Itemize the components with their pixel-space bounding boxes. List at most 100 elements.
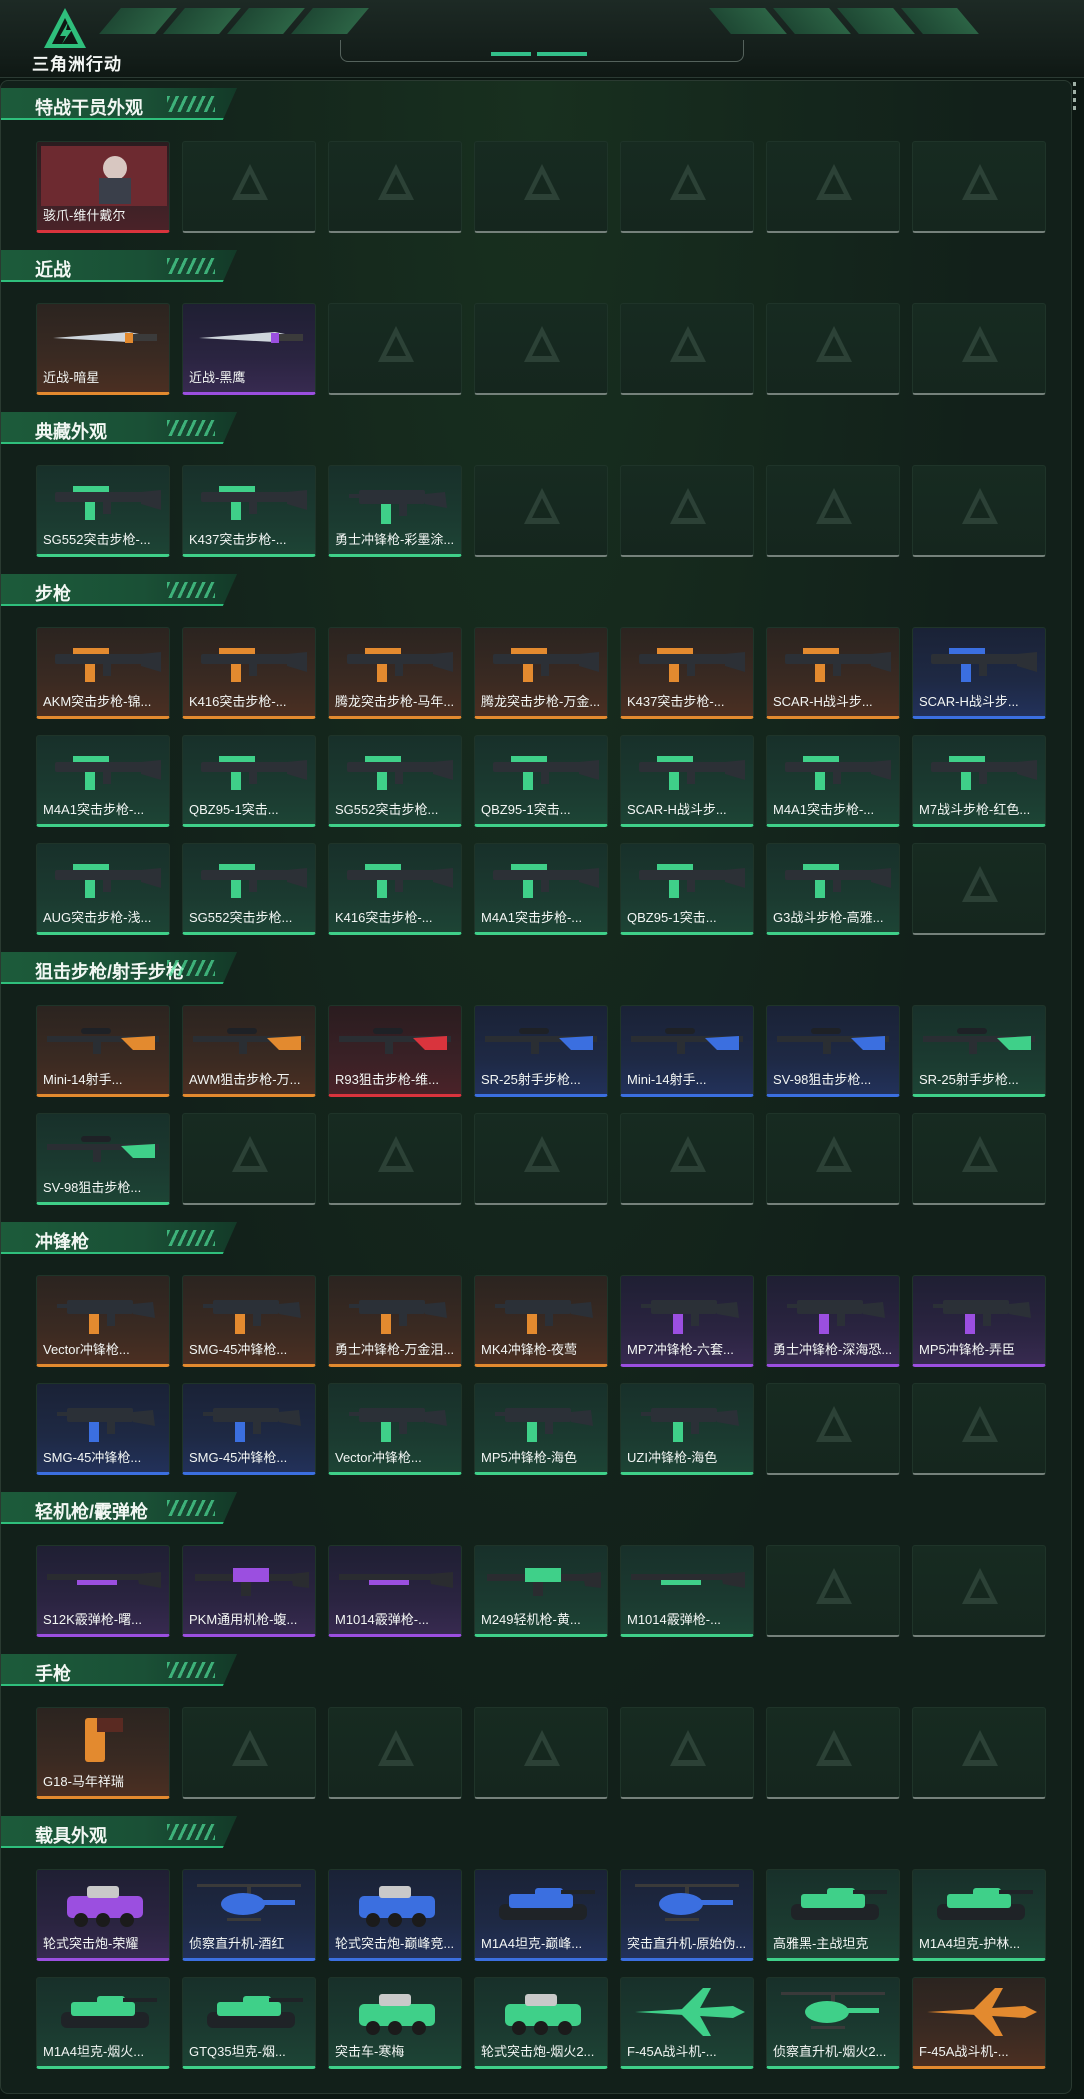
empty-slot (766, 141, 900, 233)
skin-card[interactable]: 腾龙突击步枪-万金... (474, 627, 608, 719)
skin-card[interactable]: M4A1突击步枪-... (766, 735, 900, 827)
skin-card[interactable]: SG552突击步枪... (182, 843, 316, 935)
skin-card[interactable]: PKM通用机枪-蝮... (182, 1545, 316, 1637)
empty-slot (912, 1383, 1046, 1475)
skin-card[interactable]: MP5冲锋枪-海色 (474, 1383, 608, 1475)
skin-card[interactable]: 突击车-寒梅 (328, 1977, 462, 2069)
placeholder-logo-icon (816, 1136, 852, 1172)
skin-card[interactable]: F-45A战斗机-... (912, 1977, 1046, 2069)
skin-card[interactable]: 轮式突击炮-巅峰竞... (328, 1869, 462, 1961)
skin-card-label: SCAR-H战斗步... (627, 802, 727, 817)
skin-card[interactable]: SG552突击步枪-... (36, 465, 170, 557)
rifle-icon (621, 844, 753, 910)
header-hatch-decoration (167, 1230, 215, 1246)
skin-card[interactable]: M249轻机枪-黄... (474, 1545, 608, 1637)
skin-card[interactable]: K437突击步枪-... (620, 627, 754, 719)
skin-card[interactable]: M1A4坦克-巅峰... (474, 1869, 608, 1961)
skin-card[interactable]: AUG突击步枪-浅... (36, 843, 170, 935)
skin-card[interactable]: AWM狙击步枪-万... (182, 1005, 316, 1097)
skin-card[interactable]: 近战-黑鹰 (182, 303, 316, 395)
placeholder-logo-icon (962, 1406, 998, 1442)
shotgun-icon (37, 1546, 169, 1612)
skin-card[interactable]: SMG-45冲锋枪... (182, 1275, 316, 1367)
skin-card[interactable]: 高雅黑-主战坦克 (766, 1869, 900, 1961)
skin-card[interactable]: F-45A战斗机-... (620, 1977, 754, 2069)
skin-card-label: M249轻机枪-黄... (481, 1612, 581, 1627)
skin-card[interactable]: SR-25射手步枪... (474, 1005, 608, 1097)
helicopter-icon (621, 1870, 753, 1936)
skin-card[interactable]: 勇士冲锋枪-深海恐... (766, 1275, 900, 1367)
skin-card[interactable]: SV-98狙击步枪... (36, 1113, 170, 1205)
skin-card-label: R93狙击步枪-维... (335, 1072, 440, 1087)
skin-card[interactable]: Vector冲锋枪... (36, 1275, 170, 1367)
placeholder-logo-icon (670, 1136, 706, 1172)
skin-card[interactable]: UZI冲锋枪-海色 (620, 1383, 754, 1475)
empty-slot (182, 1707, 316, 1799)
skin-card[interactable]: K437突击步枪-... (182, 465, 316, 557)
skin-card[interactable]: 侦察直升机-烟火2... (766, 1977, 900, 2069)
rifle-icon (37, 736, 169, 802)
rifle-icon (183, 844, 315, 910)
skin-card[interactable]: Vector冲锋枪... (328, 1383, 462, 1475)
skin-card[interactable]: 侦察直升机-酒红 (182, 1869, 316, 1961)
skin-card[interactable]: M4A1突击步枪-... (474, 843, 608, 935)
skin-card[interactable]: G3战斗步枪-高雅... (766, 843, 900, 935)
skin-card-label: 侦察直升机-烟火2... (773, 2044, 887, 2059)
skin-card[interactable]: SCAR-H战斗步... (912, 627, 1046, 719)
rifle-icon (37, 844, 169, 910)
skin-card[interactable]: 突击直升机-原始伪... (620, 1869, 754, 1961)
skin-card[interactable]: QBZ95-1突击... (182, 735, 316, 827)
skin-card[interactable]: QBZ95-1突击... (474, 735, 608, 827)
skin-card[interactable]: SR-25射手步枪... (912, 1005, 1046, 1097)
header-center-decoration (340, 40, 744, 62)
skin-card[interactable]: 勇士冲锋枪-万金泪... (328, 1275, 462, 1367)
skin-card[interactable]: 近战-暗星 (36, 303, 170, 395)
empty-slot (620, 465, 754, 557)
skin-card[interactable]: MK4冲锋枪-夜莺 (474, 1275, 608, 1367)
skin-card[interactable]: SMG-45冲锋枪... (36, 1383, 170, 1475)
rifle-icon (621, 628, 753, 694)
lmg-icon (183, 1546, 315, 1612)
skin-card[interactable]: K416突击步枪-... (182, 627, 316, 719)
skin-card[interactable]: SMG-45冲锋枪... (182, 1383, 316, 1475)
placeholder-logo-icon (962, 326, 998, 362)
header-hatch-decoration (167, 960, 215, 976)
empty-slot (474, 303, 608, 395)
skin-card[interactable]: 腾龙突击步枪-马年... (328, 627, 462, 719)
skin-card[interactable]: 轮式突击炮-烟火2... (474, 1977, 608, 2069)
skin-card[interactable]: SV-98狙击步枪... (766, 1005, 900, 1097)
skin-card[interactable]: 骇爪-维什戴尔 (36, 141, 170, 233)
collection-panel[interactable]: 特战干员外观 骇爪-维什戴尔 近战 近战-暗星 近战-黑鹰 典藏外观 SG552突击步枪-.… (0, 80, 1072, 2094)
skin-card[interactable]: AKM突击步枪-锦... (36, 627, 170, 719)
skin-card-label: SG552突击步枪-... (43, 532, 151, 547)
skin-card[interactable]: M1014霰弹枪-... (620, 1545, 754, 1637)
skin-card[interactable]: MP7冲锋枪-六套... (620, 1275, 754, 1367)
skin-card[interactable]: R93狙击步枪-维... (328, 1005, 462, 1097)
shotgun-icon (329, 1546, 461, 1612)
skin-card[interactable]: K416突击步枪-... (328, 843, 462, 935)
skin-card[interactable]: SG552突击步枪... (328, 735, 462, 827)
skin-card[interactable]: M4A1突击步枪-... (36, 735, 170, 827)
skin-card[interactable]: QBZ95-1突击... (620, 843, 754, 935)
skin-card[interactable]: S12K霰弹枪-曙... (36, 1545, 170, 1637)
skin-card-label: 骇爪-维什戴尔 (43, 208, 126, 223)
skin-card[interactable]: M7战斗步枪-红色... (912, 735, 1046, 827)
skin-card[interactable]: Mini-14射手... (620, 1005, 754, 1097)
scroll-indicator[interactable] (1071, 80, 1077, 130)
skin-card[interactable]: SCAR-H战斗步... (620, 735, 754, 827)
skin-card[interactable]: M1014霰弹枪-... (328, 1545, 462, 1637)
skin-card[interactable]: G18-马年祥瑞 (36, 1707, 170, 1799)
skin-card[interactable]: Mini-14射手... (36, 1005, 170, 1097)
skin-card[interactable]: MP5冲锋枪-弄臣 (912, 1275, 1046, 1367)
skin-card[interactable]: 勇士冲锋枪-彩墨涂... (328, 465, 462, 557)
rifle-icon (329, 736, 461, 802)
skin-card[interactable]: M1A4坦克-护林... (912, 1869, 1046, 1961)
skin-card[interactable]: SCAR-H战斗步... (766, 627, 900, 719)
rifle-icon (475, 736, 607, 802)
skin-card[interactable]: GTQ35坦克-烟... (182, 1977, 316, 2069)
header-stripes-right (709, 8, 979, 34)
skin-card[interactable]: M1A4坦克-烟火... (36, 1977, 170, 2069)
skin-card-label: 近战-黑鹰 (189, 370, 246, 385)
sniper-icon (183, 1006, 315, 1072)
skin-card[interactable]: 轮式突击炮-荣耀 (36, 1869, 170, 1961)
